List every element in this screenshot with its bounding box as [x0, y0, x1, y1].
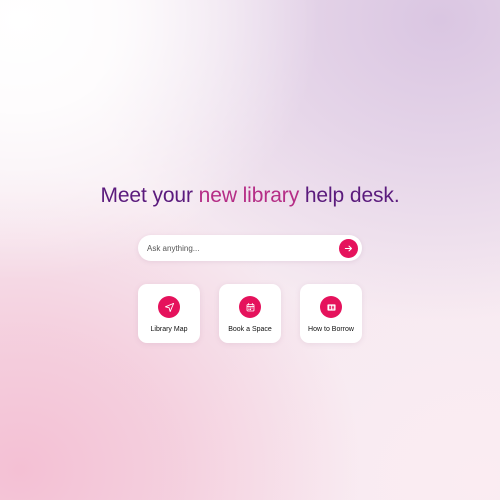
- how-to-borrow-icon-badge: [320, 296, 342, 318]
- library-map-icon-badge: [158, 296, 180, 318]
- book-icon: [326, 303, 336, 311]
- send-button[interactable]: [339, 239, 358, 258]
- navigation-arrow-icon: [164, 302, 174, 312]
- book-a-space-label: Book a Space: [228, 326, 272, 333]
- book-a-space-icon-badge: [239, 296, 261, 318]
- library-map-label: Library Map: [150, 326, 188, 333]
- headline-accent-text: new library: [198, 184, 300, 207]
- how-to-borrow-card[interactable]: How to Borrow: [300, 284, 362, 343]
- how-to-borrow-label: How to Borrow: [308, 326, 354, 333]
- library-map-card[interactable]: Library Map: [138, 284, 200, 343]
- search-input[interactable]: [147, 235, 333, 261]
- headline-text-end: help desk.: [299, 184, 400, 207]
- search-bar: [138, 235, 362, 261]
- arrow-right-icon: [344, 245, 353, 252]
- page-headline: Meet your new library help desk.: [0, 183, 500, 209]
- quick-actions: Library Map Book a Space How to Borrow: [138, 284, 362, 343]
- help-desk-page: Meet your new library help desk. Library…: [0, 0, 500, 500]
- calendar-icon: [246, 302, 254, 311]
- headline-text-start: Meet your: [100, 184, 199, 207]
- book-a-space-card[interactable]: Book a Space: [219, 284, 281, 343]
